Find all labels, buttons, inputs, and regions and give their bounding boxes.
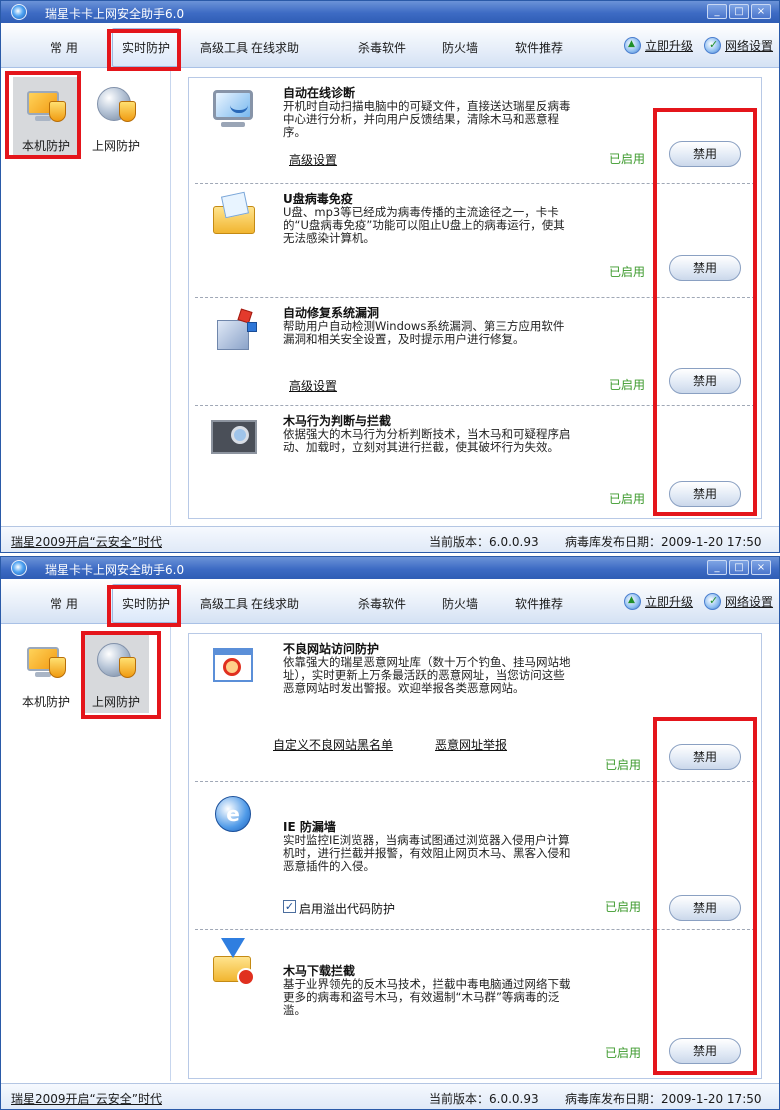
section-desc: 依据强大的木马行为分析判断技术，当木马和可疑程序启动、加载时，立刻对其进行拦截，… (283, 427, 571, 454)
close-button[interactable]: × (751, 4, 771, 19)
status-bar: 瑞星2009开启“云安全”时代 当前版本：6.0.0.93 病毒库发布日期：20… (1, 1083, 779, 1109)
system-patch-icon (209, 306, 259, 356)
window-online-protection: 瑞星卡卡上网安全助手6.0 _ □ × 常 用 实时防护 高级工具 在线求助 杀… (0, 556, 780, 1110)
highlight-box (653, 108, 757, 516)
slogan-link[interactable]: 瑞星2009开启“云安全”时代 (11, 533, 162, 550)
window-local-protection: 瑞星卡卡上网安全助手6.0 _ □ × 常 用 实时防护 高级工具 在线求助 杀… (0, 0, 780, 553)
blacklist-link[interactable]: 自定义不良网站黑名单 (273, 736, 393, 753)
status-enabled: 已启用 (609, 378, 646, 392)
trojan-scan-icon (209, 414, 259, 464)
upgrade-link[interactable]: 立即升级 (624, 37, 693, 54)
section-desc: 帮助用户自动检测Windows系统漏洞、第三方应用软件漏洞和相关安全设置，及时提… (283, 319, 565, 346)
network-settings-label: 网络设置 (725, 595, 774, 609)
section-desc: 依靠强大的瑞星恶意网址库（数十万个钓鱼、挂马网站地址），实时更新上万条最活跃的恶… (283, 655, 571, 695)
menu-firewall[interactable]: 防火墙 (442, 39, 478, 56)
menu-advanced-tools[interactable]: 高级工具 (200, 595, 248, 612)
menu-firewall[interactable]: 防火墙 (442, 595, 478, 612)
malicious-site-icon (209, 642, 259, 692)
usb-immunity-icon (209, 191, 259, 242)
maximize-button[interactable]: □ (729, 560, 749, 575)
window-title: 瑞星卡卡上网安全助手6.0 (45, 563, 185, 577)
online-protection-icon (95, 85, 137, 125)
version-text: 当前版本：6.0.0.93 (429, 1092, 539, 1106)
highlight-box (653, 717, 757, 1075)
menu-advanced-tools[interactable]: 高级工具 (200, 39, 248, 56)
status-enabled: 已启用 (605, 758, 642, 772)
menu-software-recommend[interactable]: 软件推荐 (515, 39, 563, 56)
app-logo-icon (11, 4, 27, 20)
section-desc: 基于业界领先的反木马技术，拦截中毒电脑通过网络下载更多的病毒和盗号木马，有效遏制… (283, 977, 571, 1017)
upgrade-icon (624, 593, 641, 610)
upgrade-label: 立即升级 (645, 595, 694, 609)
network-settings-label: 网络设置 (725, 39, 774, 53)
section-desc: 开机时自动扫描电脑中的可疑文件，直接送达瑞星反病毒中心进行分析，并向用户反馈结果… (283, 99, 571, 139)
minimize-button[interactable]: _ (707, 4, 727, 19)
window-title: 瑞星卡卡上网安全助手6.0 (45, 7, 185, 21)
report-site-link[interactable]: 恶意网址举报 (435, 736, 507, 753)
menu-common[interactable]: 常 用 (50, 595, 78, 612)
menu-online-help[interactable]: 在线求助 (251, 39, 299, 56)
virus-db-date: 病毒库发布日期：2009-1-20 17:50 (565, 1092, 762, 1106)
ie-browser-icon: e (209, 790, 259, 840)
nav-local-protection[interactable]: 本机防护 (13, 633, 79, 713)
nav-local-label: 本机防护 (21, 695, 70, 709)
menu-online-help[interactable]: 在线求助 (251, 595, 299, 612)
upgrade-label: 立即升级 (645, 39, 694, 53)
menu-common[interactable]: 常 用 (50, 39, 78, 56)
network-settings-icon (704, 593, 721, 610)
close-button[interactable]: × (751, 560, 771, 575)
version-text: 当前版本：6.0.0.93 (429, 535, 539, 549)
virus-db-date: 病毒库发布日期：2009-1-20 17:50 (565, 535, 762, 549)
status-enabled: 已启用 (605, 900, 642, 914)
section-desc: U盘、mp3等已经成为病毒传播的主流途径之一，卡卡的“U盘病毒免疫”功能可以阻止… (283, 205, 565, 245)
highlight-box (81, 631, 161, 719)
menu-antivirus[interactable]: 杀毒软件 (358, 39, 406, 56)
menu-software-recommend[interactable]: 软件推荐 (515, 595, 563, 612)
status-enabled: 已启用 (605, 1046, 642, 1060)
advanced-settings-link[interactable]: 高级设置 (289, 377, 337, 394)
upgrade-link[interactable]: 立即升级 (624, 593, 693, 610)
highlight-box (107, 29, 181, 71)
status-bar: 瑞星2009开启“云安全”时代 当前版本：6.0.0.93 病毒库发布日期：20… (1, 526, 779, 552)
status-enabled: 已启用 (609, 492, 646, 506)
overflow-protection-checkbox[interactable]: ✓ (283, 900, 296, 913)
network-settings-link[interactable]: 网络设置 (704, 593, 773, 610)
section-desc: 实时监控IE浏览器，当病毒试图通过浏览器入侵用户计算机时，进行拦截并报警，有效阻… (283, 833, 571, 873)
nav-online-label: 上网防护 (91, 139, 140, 153)
title-bar[interactable]: 瑞星卡卡上网安全助手6.0 _ □ × (1, 1, 779, 23)
maximize-button[interactable]: □ (729, 4, 749, 19)
overflow-protection-label: 启用溢出代码防护 (299, 902, 396, 916)
network-settings-link[interactable]: 网络设置 (704, 37, 773, 54)
network-settings-icon (704, 37, 721, 54)
upgrade-icon (624, 37, 641, 54)
advanced-settings-link[interactable]: 高级设置 (289, 151, 337, 168)
online-diagnosis-icon (209, 86, 259, 136)
download-block-icon (209, 938, 259, 988)
title-bar[interactable]: 瑞星卡卡上网安全助手6.0 _ □ × (1, 557, 779, 579)
status-enabled: 已启用 (609, 152, 646, 166)
nav-online-protection[interactable]: 上网防护 (83, 77, 149, 157)
minimize-button[interactable]: _ (707, 560, 727, 575)
menu-antivirus[interactable]: 杀毒软件 (358, 595, 406, 612)
highlight-box (5, 71, 81, 159)
slogan-link[interactable]: 瑞星2009开启“云安全”时代 (11, 1090, 162, 1107)
status-enabled: 已启用 (609, 265, 646, 279)
local-protection-icon (25, 641, 67, 681)
app-logo-icon (11, 560, 27, 576)
highlight-box (107, 585, 181, 627)
